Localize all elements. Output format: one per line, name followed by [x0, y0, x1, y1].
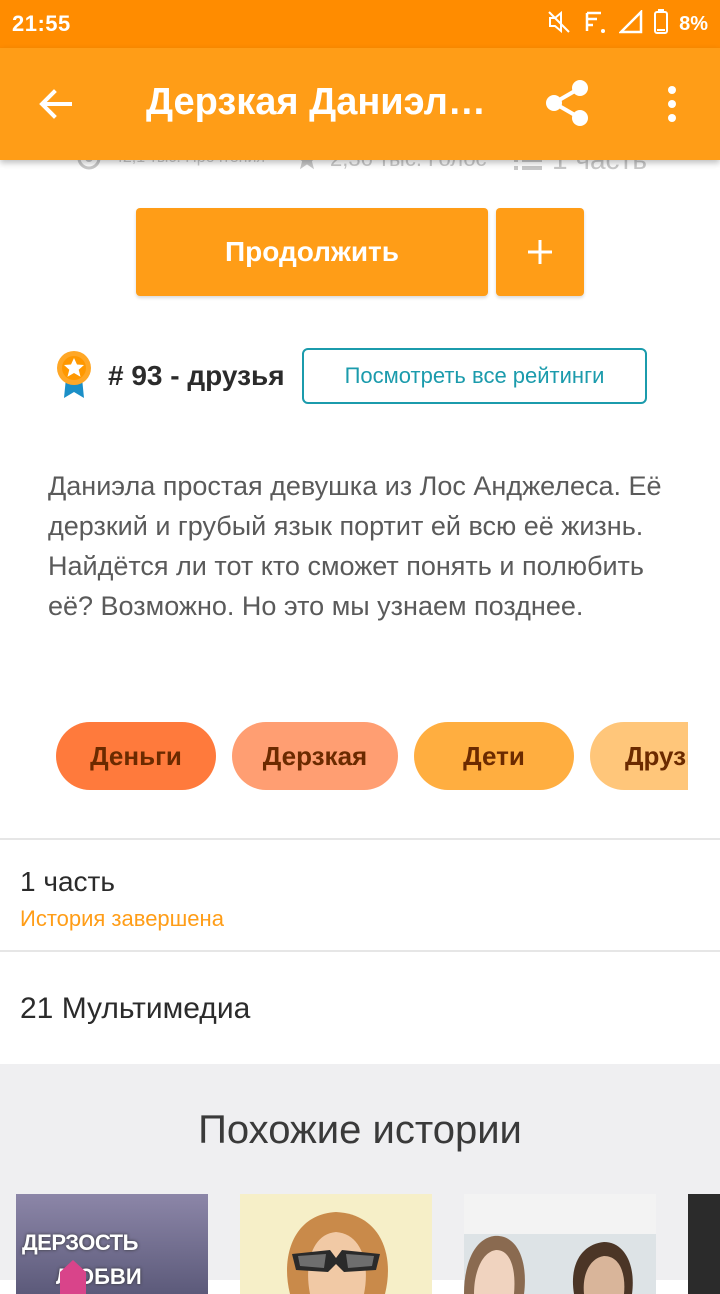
tag-chip[interactable]: Дерзкая — [232, 722, 398, 790]
tag-chip[interactable]: Деньги — [56, 722, 216, 790]
tags-row[interactable]: Деньги Дерзкая Дети Друзья — [56, 722, 688, 790]
more-options-icon[interactable] — [660, 84, 684, 124]
status-time: 21:55 — [12, 11, 71, 36]
plus-icon — [528, 240, 552, 264]
divider — [0, 838, 720, 840]
similar-stories-section: Похожие истории ДЕРЗОСТЬ ЛЮБВИ — [0, 1064, 720, 1294]
app-bar: Дерзкая Даниэл… — [0, 48, 720, 160]
battery-icon — [653, 8, 669, 40]
back-arrow-icon[interactable] — [34, 82, 78, 126]
medal-icon — [54, 350, 94, 400]
story-cover[interactable] — [688, 1194, 720, 1294]
share-icon[interactable] — [543, 78, 593, 128]
status-bar: 21:55 8% — [0, 0, 720, 48]
story-cover[interactable] — [464, 1194, 656, 1294]
signal-icon — [618, 8, 643, 39]
battery-percent: 8% — [679, 12, 708, 35]
tag-chip[interactable]: Дети — [414, 722, 574, 790]
story-cover[interactable] — [240, 1194, 432, 1294]
status-icons: 8% — [547, 8, 708, 40]
wifi-icon — [583, 9, 609, 40]
mute-icon — [547, 9, 573, 40]
story-status: История завершена — [20, 906, 224, 931]
story-title: Дерзкая Даниэл… — [146, 81, 486, 123]
story-cover[interactable]: ДЕРЗОСТЬ ЛЮБВИ — [16, 1194, 208, 1294]
add-to-library-button[interactable] — [496, 208, 584, 296]
continue-button[interactable]: Продолжить — [136, 208, 488, 296]
view-all-ratings-button[interactable]: Посмотреть все рейтинги — [302, 348, 647, 404]
story-description: Даниэла простая девушка из Лос Анджелеса… — [48, 471, 662, 621]
similar-stories-heading: Похожие истории — [198, 1108, 522, 1152]
tag-chip[interactable]: Друзья — [590, 722, 688, 790]
ranking-text: # 93 - друзья — [108, 360, 285, 391]
multimedia-link[interactable]: 21 Мультимедиа — [20, 992, 250, 1026]
parts-count[interactable]: 1 часть — [20, 866, 115, 898]
divider — [0, 950, 720, 952]
